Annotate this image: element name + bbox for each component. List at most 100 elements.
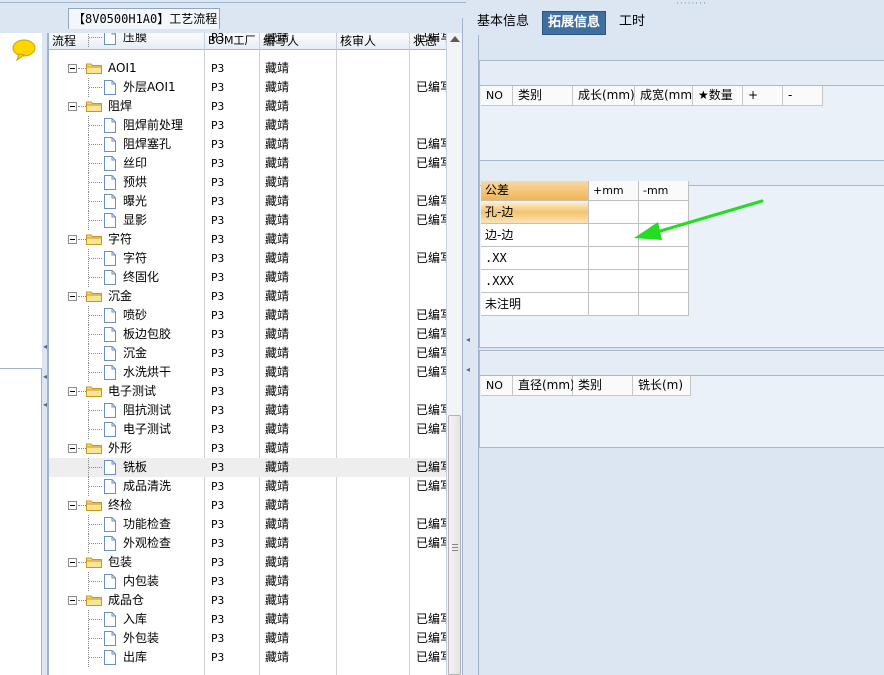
tolerance-plus-cell[interactable] — [589, 270, 639, 293]
drill-col-no[interactable]: NO — [481, 376, 513, 396]
document-icon — [104, 327, 116, 342]
chat-bubble-icon[interactable] — [11, 39, 37, 61]
bom-factory-cell: P3 — [211, 575, 225, 588]
tolerance-row[interactable]: .XX — [481, 247, 689, 270]
tree-connector — [89, 125, 102, 126]
tab-work-hours[interactable]: 工时 — [614, 11, 650, 35]
tree-step-row[interactable]: 外包装 P3 藏靖 已编写 — [49, 629, 448, 648]
right-splitter[interactable]: ◂ ◂ — [462, 18, 472, 675]
collapse-toggle-icon[interactable] — [68, 292, 77, 301]
material-col-no[interactable]: NO — [481, 86, 513, 106]
tree-step-row[interactable]: 阻焊前处理 P3 藏靖 — [49, 116, 447, 135]
tab-extended-info[interactable]: 拓展信息 — [542, 11, 607, 35]
tolerance-plus-cell[interactable] — [589, 293, 639, 316]
tree-step-row[interactable]: 喷砂 P3 藏靖 已编写 — [49, 306, 448, 325]
material-col-length[interactable]: 成长(mm) — [573, 86, 635, 106]
material-col-qty[interactable]: ★数量 — [693, 86, 743, 106]
collapse-toggle-icon[interactable] — [68, 444, 77, 453]
drill-col-diameter[interactable]: 直径(mm) — [513, 376, 575, 396]
drill-col-type[interactable]: 类别 — [573, 376, 633, 396]
document-icon — [104, 175, 116, 190]
tree-group-row[interactable]: 字符 P3 藏靖 — [49, 230, 447, 249]
collapse-toggle-icon[interactable] — [68, 235, 77, 244]
tolerance-plus-cell[interactable] — [589, 247, 639, 270]
status-cell: 已编写 — [416, 479, 448, 493]
tolerance-minus-cell[interactable] — [639, 247, 689, 270]
tree-group-row[interactable]: 终检 P3 藏靖 — [49, 496, 447, 515]
writer-cell: 藏靖 — [265, 403, 290, 417]
tree-step-row[interactable]: 水洗烘干 P3 藏靖 已编写 — [49, 363, 448, 382]
tree-step-row[interactable]: 电子测试 P3 藏靖 已编写 — [49, 420, 448, 439]
tree-group-row[interactable]: 电子测试 P3 藏靖 — [49, 382, 447, 401]
tree-group-row[interactable]: 成品仓 P3 藏靖 — [49, 591, 447, 610]
tree-step-row[interactable]: 成品清洗 P3 藏靖 已编写 — [49, 477, 448, 496]
collapse-arrow-icon[interactable]: ◂ — [465, 366, 471, 374]
tree-step-row[interactable]: 入库 P3 藏靖 已编写 — [49, 610, 448, 629]
document-tab[interactable]: 【8V0500H1A0】工艺流程 — [68, 8, 220, 29]
writer-cell: 藏靖 — [265, 137, 290, 151]
tree-group-row[interactable]: 沉金 P3 藏靖 — [49, 287, 447, 306]
tree-group-label: 终检 — [108, 498, 133, 512]
tree-step-row[interactable]: 预烘 P3 藏靖 — [49, 173, 447, 192]
tree-group-row[interactable]: 阻焊 P3 藏靖 — [49, 97, 447, 116]
material-col-width[interactable]: 成宽(mm) — [635, 86, 697, 106]
material-col-plus[interactable]: + — [743, 86, 783, 106]
writer-cell: 藏靖 — [265, 441, 290, 455]
material-col-type[interactable]: 类别 — [513, 86, 573, 106]
bom-factory-cell: P3 — [211, 613, 225, 626]
tolerance-row[interactable]: .XXX — [481, 270, 689, 293]
tree-step-row[interactable]: 外层AOI1 P3 藏靖 已编写 — [49, 78, 448, 97]
tree-step-row[interactable]: 出库 P3 藏靖 已编写 — [49, 648, 448, 667]
tree-group-row[interactable]: 包装 P3 藏靖 — [49, 553, 447, 572]
tree-step-row[interactable]: 阻抗测试 P3 藏靖 已编写 — [49, 401, 448, 420]
material-col-minus[interactable]: - — [783, 86, 823, 106]
tree-step-row[interactable]: 外观检查 P3 藏靖 已编写 — [49, 534, 448, 553]
tab-basic-info[interactable]: 基本信息 — [472, 11, 534, 35]
tree-step-row[interactable]: 铣板 P3 藏靖 已编写 — [49, 458, 448, 477]
tree-step-row[interactable]: 阻焊塞孔 P3 藏靖 已编写 — [49, 135, 448, 154]
panel-grip[interactable]: ········ — [676, 0, 707, 9]
tree-step-row[interactable]: 曝光 P3 藏靖 已编写 — [49, 192, 448, 211]
writer-cell: 藏靖 — [265, 384, 290, 398]
collapse-toggle-icon[interactable] — [68, 64, 77, 73]
writer-cell: 藏靖 — [265, 517, 290, 531]
tree-step-label: 沉金 — [123, 346, 148, 360]
tree-connector — [78, 391, 86, 392]
tree-step-row[interactable]: 压膜 P3 藏靖 已编写 — [49, 33, 448, 47]
tree-step-row[interactable]: 功能检查 P3 藏靖 已编写 — [49, 515, 448, 534]
tree-scrollbar[interactable] — [446, 33, 462, 675]
writer-cell: 藏靖 — [265, 422, 290, 436]
collapse-toggle-icon[interactable] — [68, 102, 77, 111]
collapse-toggle-icon[interactable] — [68, 596, 77, 605]
tree-step-row[interactable]: 丝印 P3 藏靖 已编写 — [49, 154, 448, 173]
tree-step-label: 出库 — [123, 650, 148, 664]
tree-group-row[interactable]: 外形 P3 藏靖 — [49, 439, 447, 458]
process-tree-grid: 流程 BOM工厂 编写人 核审人 状态 压膜P3藏靖已编写AOI1P3藏靖外层A… — [48, 33, 462, 675]
tree-step-row[interactable]: 终固化 P3 藏靖 — [49, 268, 447, 287]
status-cell — [416, 439, 448, 458]
writer-cell: 藏靖 — [265, 61, 290, 75]
tree-step-row[interactable]: 字符 P3 藏靖 已编写 — [49, 249, 448, 268]
tree-group-row[interactable]: AOI1 P3 藏靖 — [49, 59, 447, 78]
folder-icon — [86, 557, 102, 568]
scrollbar-thumb[interactable] — [448, 415, 461, 675]
tree-step-row[interactable]: 显影 P3 藏靖 已编写 — [49, 211, 448, 230]
tolerance-minus-cell[interactable] — [639, 293, 689, 316]
writer-cell: 藏靖 — [265, 232, 290, 246]
document-icon — [104, 650, 116, 665]
tree-step-label: 入库 — [123, 612, 148, 626]
detail-tab-bar: 基本信息 拓展信息 工时 — [472, 8, 884, 35]
tree-connector — [89, 144, 102, 145]
tree-step-row[interactable]: 沉金 P3 藏靖 已编写 — [49, 344, 448, 363]
collapse-toggle-icon[interactable] — [68, 558, 77, 567]
collapse-toggle-icon[interactable] — [68, 501, 77, 510]
bom-factory-cell: P3 — [211, 195, 225, 208]
tolerance-row[interactable]: 未注明 — [481, 293, 689, 316]
tree-step-row[interactable]: 内包装 P3 藏靖 — [49, 572, 447, 591]
drill-col-mill-length[interactable]: 铣长(m) — [633, 376, 691, 396]
tree-step-row[interactable]: 板边包胶 P3 藏靖 已编写 — [49, 325, 448, 344]
collapse-arrow-icon[interactable]: ◂ — [465, 336, 471, 344]
scroll-up-arrow-icon[interactable] — [450, 36, 460, 42]
collapse-toggle-icon[interactable] — [68, 387, 77, 396]
tolerance-minus-cell[interactable] — [639, 270, 689, 293]
